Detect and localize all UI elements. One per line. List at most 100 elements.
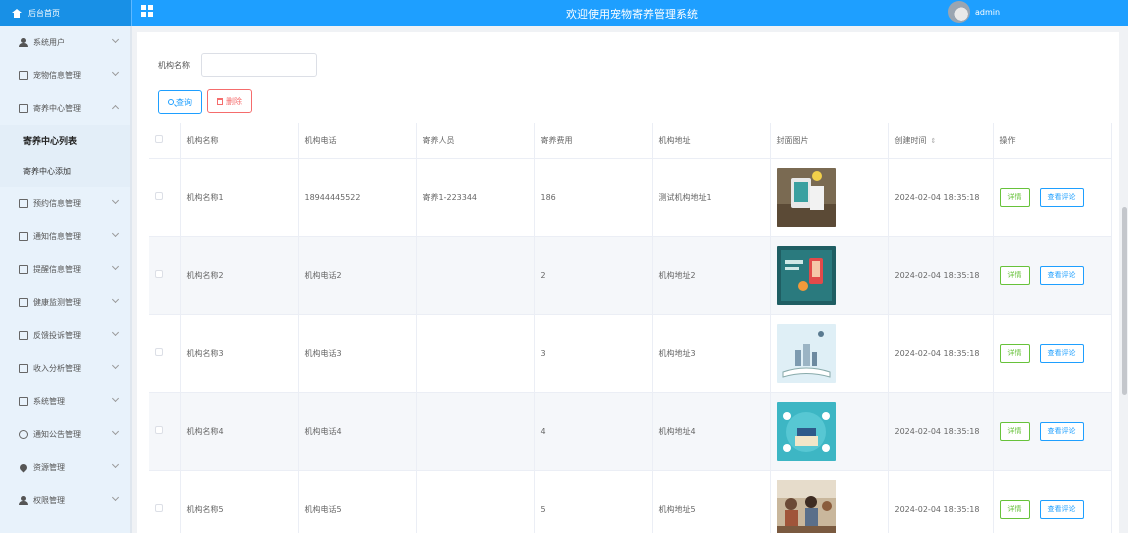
sidebar-item-system[interactable]: 系统管理 (0, 385, 130, 418)
chevron-down-icon (111, 35, 120, 44)
sidebar-item-feedback[interactable]: 反馈投诉管理 (0, 319, 130, 352)
sidebar-item-notices[interactable]: 通知信息管理 (0, 220, 130, 253)
table-row: 机构名称2 机构电话2 2 机构地址2 2024-02-04 18:35:18 … (149, 236, 1112, 315)
view-reviews-button[interactable]: 查看评论 (1039, 499, 1084, 519)
sidebar-item-resources[interactable]: 资源管理 (0, 451, 130, 484)
cell-fee: 5 (534, 470, 653, 533)
sidebar-item-reminders[interactable]: 提醒信息管理 (0, 253, 130, 286)
avatar[interactable] (948, 1, 970, 23)
doc-icon (19, 199, 28, 208)
detail-button[interactable]: 详情 (999, 421, 1030, 441)
cell-staff (416, 392, 535, 471)
cell-actions: 详情 查看评论 (993, 158, 1112, 237)
chevron-down-icon (111, 295, 120, 304)
submenu-item-center-list[interactable]: 寄养中心列表 (0, 125, 130, 156)
sidebar: 系统用户 宠物信息管理 寄养中心管理 寄养中心列表 寄养中心添加 预约信息管理 … (0, 26, 132, 533)
cell-phone: 机构电话4 (298, 392, 417, 471)
top-bar: 后台首页 欢迎使用宠物寄养管理系统 admin (0, 0, 1128, 26)
cover-image[interactable] (776, 479, 836, 533)
cover-image[interactable] (776, 401, 836, 461)
cell-name: 机构名称2 (180, 236, 299, 315)
view-reviews-button[interactable]: 查看评论 (1039, 343, 1084, 363)
sidebar-item-label: 通知信息管理 (33, 232, 81, 241)
cell-staff: 寄养1-223344 (416, 158, 535, 237)
cell-created: 2024-02-04 18:35:18 (888, 392, 994, 471)
cell-created: 2024-02-04 18:35:18 (888, 236, 994, 315)
detail-button[interactable]: 详情 (999, 265, 1030, 285)
column-header-label: 创建时间 (894, 135, 927, 145)
sidebar-item-label: 通知公告管理 (33, 430, 81, 439)
sort-icon[interactable]: ⇕ (931, 137, 937, 145)
sidebar-item-bookings[interactable]: 预约信息管理 (0, 187, 130, 220)
cell-actions: 详情 查看评论 (993, 236, 1112, 315)
detail-button[interactable]: 详情 (999, 187, 1030, 207)
sidebar-item-label: 宠物信息管理 (33, 71, 81, 80)
cell-phone: 机构电话3 (298, 314, 417, 393)
table-row: 机构名称4 机构电话4 4 机构地址4 2024-02-04 18:35:18 … (149, 392, 1112, 471)
delete-button[interactable]: 删除 (207, 89, 252, 113)
row-checkbox[interactable] (155, 270, 163, 278)
cell-created: 2024-02-04 18:35:18 (888, 314, 994, 393)
page-scrollbar[interactable] (1122, 207, 1127, 395)
cell-actions: 详情 查看评论 (993, 470, 1112, 533)
column-header-created[interactable]: 创建时间 ⇕ (888, 123, 994, 159)
cell-phone: 机构电话2 (298, 236, 417, 315)
cell-staff (416, 314, 535, 393)
cell-fee: 4 (534, 392, 653, 471)
cell-cover (770, 314, 889, 393)
sidebar-item-centers[interactable]: 寄养中心管理 (0, 92, 130, 125)
cell-address: 机构地址2 (652, 236, 771, 315)
detail-button[interactable]: 详情 (999, 499, 1030, 519)
cell-name: 机构名称3 (180, 314, 299, 393)
doc-icon (19, 232, 28, 241)
row-checkbox[interactable] (155, 426, 163, 434)
select-all-cell (149, 123, 181, 159)
view-reviews-button[interactable]: 查看评论 (1039, 187, 1084, 207)
row-checkbox[interactable] (155, 192, 163, 200)
submenu-item-center-add[interactable]: 寄养中心添加 (0, 156, 130, 187)
cell-staff (416, 236, 535, 315)
row-select-cell (149, 236, 181, 315)
chevron-down-icon (111, 460, 120, 469)
row-checkbox[interactable] (155, 348, 163, 356)
sidebar-item-label: 系统管理 (33, 397, 65, 406)
view-reviews-button[interactable]: 查看评论 (1039, 265, 1084, 285)
cover-image[interactable] (776, 167, 836, 227)
sidebar-item-pets[interactable]: 宠物信息管理 (0, 59, 130, 92)
sidebar-item-users[interactable]: 系统用户 (0, 26, 130, 59)
detail-button[interactable]: 详情 (999, 343, 1030, 363)
cover-image[interactable] (776, 245, 836, 305)
sidebar-item-income[interactable]: 收入分析管理 (0, 352, 130, 385)
sidebar-item-health[interactable]: 健康监测管理 (0, 286, 130, 319)
chevron-down-icon (111, 493, 120, 502)
sidebar-item-announcements[interactable]: 通知公告管理 (0, 418, 130, 451)
cell-cover (770, 470, 889, 533)
cover-image[interactable] (776, 323, 836, 383)
search-label: 机构名称 (158, 61, 190, 70)
select-all-checkbox[interactable] (155, 135, 163, 144)
row-checkbox[interactable] (155, 504, 163, 512)
sidebar-item-label: 反馈投诉管理 (33, 331, 81, 340)
cell-name: 机构名称1 (180, 158, 299, 237)
data-table: 机构名称 机构电话 寄养人员 寄养费用 机构地址 封面图片 创建时间 ⇕ 操作 机… (149, 123, 1112, 533)
sidebar-item-permissions[interactable]: 权限管理 (0, 484, 130, 517)
chevron-down-icon (111, 68, 120, 77)
table-row: 机构名称5 机构电话5 5 机构地址5 2024-02-04 18:35:18 … (149, 470, 1112, 533)
column-header: 机构地址 (652, 123, 771, 159)
sidebar-item-label: 寄养中心管理 (33, 104, 81, 113)
query-button[interactable]: 查询 (158, 90, 202, 114)
delete-button-label: 删除 (226, 96, 242, 106)
chevron-down-icon (111, 427, 120, 436)
row-select-cell (149, 470, 181, 533)
column-header: 封面图片 (770, 123, 889, 159)
column-header: 寄养人员 (416, 123, 535, 159)
cell-created: 2024-02-04 18:35:18 (888, 470, 994, 533)
cell-cover (770, 392, 889, 471)
column-header: 机构电话 (298, 123, 417, 159)
chevron-down-icon (111, 361, 120, 370)
search-input[interactable] (201, 53, 317, 77)
view-reviews-button[interactable]: 查看评论 (1039, 421, 1084, 441)
submenu-centers: 寄养中心列表 寄养中心添加 (0, 125, 130, 187)
username[interactable]: admin (975, 8, 1000, 17)
row-select-cell (149, 314, 181, 393)
